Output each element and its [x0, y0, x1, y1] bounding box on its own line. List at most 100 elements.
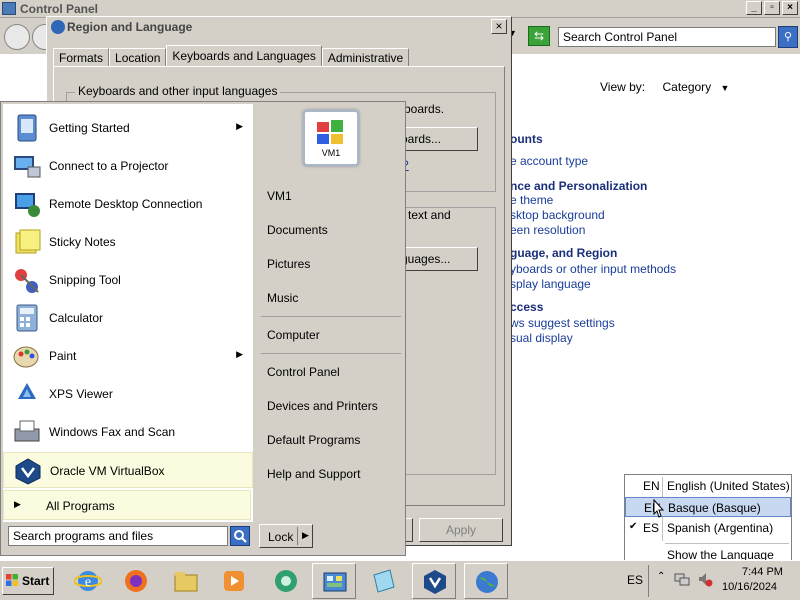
globe-icon	[51, 20, 65, 34]
clock-language-heading[interactable]: guage, and Region	[510, 246, 617, 260]
taskbar-virtualbox[interactable]	[412, 563, 456, 599]
globe-icon	[476, 571, 498, 593]
svg-text:VM1: VM1	[322, 148, 341, 158]
tab-keyboards-and-languages[interactable]: Keyboards and Languages	[166, 45, 322, 67]
volume-muted-icon[interactable]	[697, 571, 713, 587]
devices-printers-item[interactable]: Devices and Printers	[267, 399, 378, 413]
submenu-arrow-icon[interactable]: ▶	[302, 530, 309, 541]
clock-date[interactable]: 10/16/2024	[722, 581, 777, 593]
program-sticky-notes[interactable]: Sticky Notes	[3, 224, 253, 260]
apply-button[interactable]: Apply	[419, 518, 503, 542]
program-xps-viewer[interactable]: XPS Viewer	[3, 376, 253, 412]
restore-button[interactable]: ▫	[764, 1, 780, 15]
language-option[interactable]: EN Basque (Basque)	[625, 497, 791, 517]
program-label: Sticky Notes	[49, 235, 116, 249]
lock-button[interactable]: Lock ▶	[259, 524, 313, 548]
cp-link[interactable]: een resolution	[510, 223, 585, 237]
cp-link[interactable]: e account type	[510, 154, 588, 168]
taskbar-media-player[interactable]	[212, 563, 256, 599]
help-support-item[interactable]: Help and Support	[267, 467, 360, 481]
clock-time[interactable]: 7:44 PM	[742, 566, 783, 578]
taskbar-region-language[interactable]	[464, 563, 508, 599]
view-by-label: View by:	[600, 80, 646, 94]
search-icon[interactable]: ⚲	[778, 26, 798, 48]
all-programs[interactable]: ▶ All Programs	[3, 490, 251, 520]
xps-viewer-icon	[18, 383, 36, 399]
program-snipping-tool[interactable]: Snipping Tool	[3, 262, 253, 298]
start-button[interactable]: Start	[2, 567, 54, 595]
cp-link[interactable]: sual display	[510, 331, 573, 345]
program-remote-desktop[interactable]: Remote Desktop Connection	[3, 186, 253, 222]
fax-icon	[14, 420, 40, 442]
program-label: XPS Viewer	[49, 387, 113, 401]
view-by-select[interactable]: Category	[662, 80, 711, 94]
refresh-button[interactable]: ⇆	[528, 26, 550, 46]
cp-link[interactable]: sktop background	[510, 208, 605, 222]
mouse-cursor-icon	[653, 499, 665, 518]
user-accounts-heading[interactable]: ounts	[510, 132, 543, 146]
network-tray-icon[interactable]	[674, 571, 690, 587]
program-paint[interactable]: Paint ▶	[3, 338, 253, 374]
submenu-arrow-icon: ▶	[236, 121, 243, 131]
pictures-item[interactable]: Pictures	[267, 257, 310, 271]
cp-link[interactable]: e theme	[510, 193, 553, 207]
separator	[261, 353, 401, 354]
user-picture[interactable]: VM1	[303, 110, 359, 166]
taskbar-internet-explorer[interactable]: e	[66, 563, 110, 599]
tab-administrative[interactable]: Administrative	[321, 48, 410, 67]
program-label: Snipping Tool	[49, 273, 121, 287]
windows-logo-icon	[6, 574, 18, 586]
program-label: Connect to a Projector	[49, 159, 169, 173]
close-button[interactable]: ×	[782, 1, 798, 15]
dialog-title: Region and Language	[67, 20, 193, 34]
back-button[interactable]	[4, 24, 30, 50]
program-label: Windows Fax and Scan	[49, 425, 176, 439]
taskbar-file-explorer[interactable]	[164, 563, 208, 599]
program-oracle-vm-virtualbox[interactable]: Oracle VM VirtualBox	[3, 452, 253, 488]
program-label: Paint	[49, 349, 77, 363]
default-programs-item[interactable]: Default Programs	[267, 433, 360, 447]
tray-language-indicator[interactable]: ES	[627, 573, 643, 587]
computer-item[interactable]: Computer	[267, 328, 320, 342]
start-label: Start	[22, 574, 50, 588]
cp-link[interactable]: ws suggest settings	[510, 316, 615, 330]
taskbar-notepad[interactable]	[362, 563, 406, 599]
language-option[interactable]: EN English (United States)	[625, 476, 791, 496]
cp-link[interactable]: yboards or other input methods	[510, 262, 676, 276]
taskbar-network[interactable]	[264, 563, 308, 599]
program-label: Getting Started	[49, 121, 130, 135]
paint-icon	[13, 346, 39, 368]
taskbar-firefox[interactable]	[114, 563, 158, 599]
program-calculator[interactable]: Calculator	[3, 300, 253, 336]
projector-icon	[14, 156, 41, 178]
scissors-icon	[15, 269, 39, 293]
control-panel-item[interactable]: Control Panel	[267, 365, 340, 379]
language-code: EN	[643, 479, 660, 493]
program-connect-projector[interactable]: Connect to a Projector	[3, 148, 253, 184]
ease-of-access-heading[interactable]: ccess	[510, 300, 543, 314]
appearance-heading[interactable]: nce and Personalization	[510, 179, 647, 193]
tab-location[interactable]: Location	[109, 48, 167, 67]
start-search-input[interactable]: Search programs and files	[8, 526, 228, 546]
program-label: Oracle VM VirtualBox	[50, 464, 165, 478]
taskbar: Start e ES ⌃ 7:44 PM 10/16/2024	[0, 560, 800, 600]
documents-item[interactable]: Documents	[267, 223, 328, 237]
close-button[interactable]: ×	[491, 19, 507, 34]
language-option[interactable]: ✔ ES Spanish (Argentina)	[625, 518, 791, 538]
minimize-button[interactable]: _	[746, 1, 762, 15]
search-icon[interactable]	[230, 526, 250, 546]
network-icon	[275, 570, 297, 592]
language-name: Basque (Basque)	[668, 501, 761, 515]
cp-link[interactable]: splay language	[510, 277, 591, 291]
user-name[interactable]: VM1	[267, 189, 292, 203]
control-panel-icon	[2, 2, 16, 15]
tab-formats[interactable]: Formats	[53, 48, 110, 67]
language-name: English (United States)	[667, 479, 790, 493]
program-getting-started[interactable]: Getting Started ▶	[3, 110, 253, 146]
chevron-up-icon[interactable]: ⌃	[657, 571, 665, 582]
program-windows-fax-scan[interactable]: Windows Fax and Scan	[3, 414, 253, 450]
chevron-down-icon[interactable]: ▼	[721, 83, 730, 93]
music-item[interactable]: Music	[267, 291, 298, 305]
search-input[interactable]: Search Control Panel	[558, 27, 776, 47]
taskbar-control-panel[interactable]	[312, 563, 356, 599]
